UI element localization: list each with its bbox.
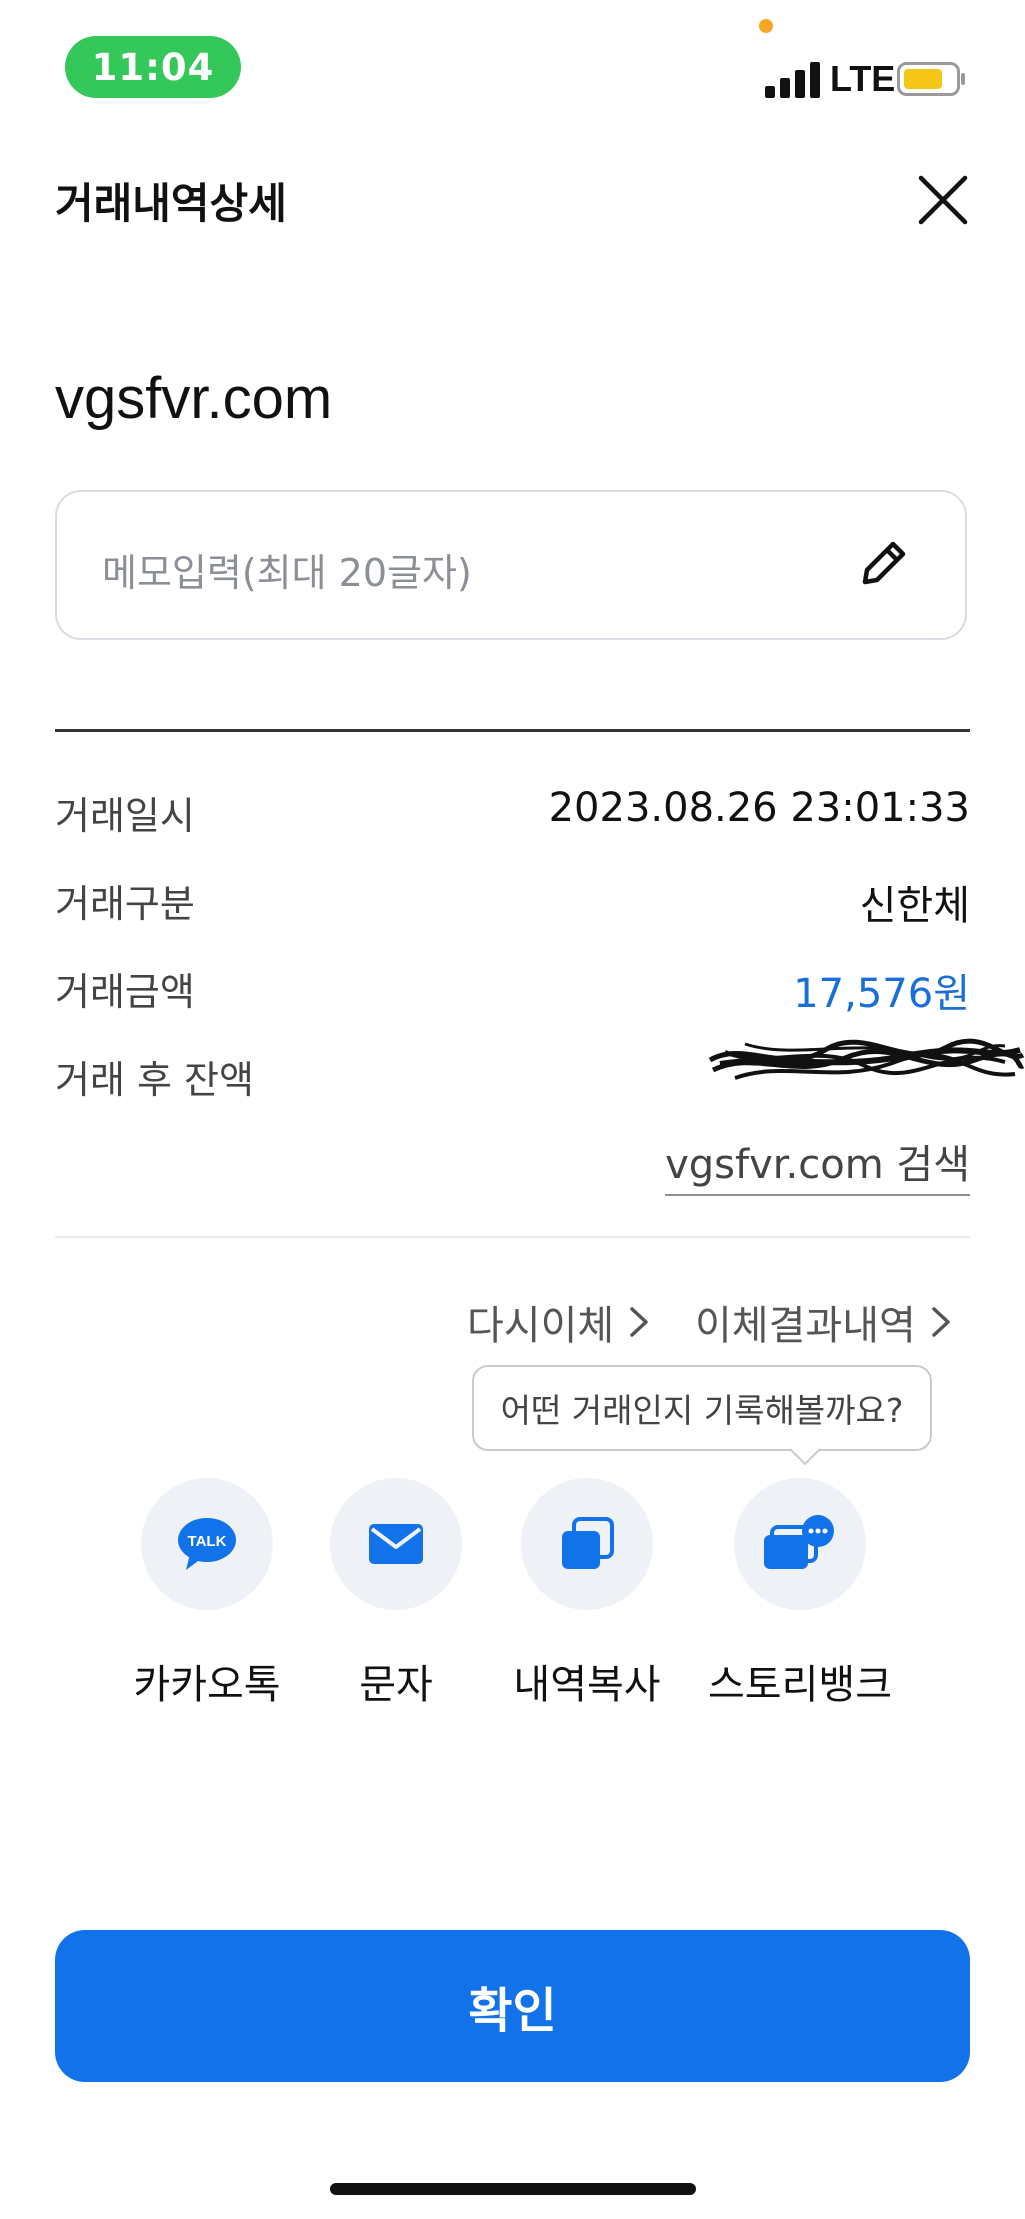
storybank-tooltip: 어떤 거래인지 기록해볼까요? <box>472 1365 932 1451</box>
detail-value-type: 신한체 <box>859 883 970 929</box>
share-copy[interactable]: 내역복사 <box>492 1478 682 1710</box>
transfer-result-label: 이체결과내역 <box>695 1303 916 1349</box>
share-sms-circle[interactable] <box>330 1478 462 1610</box>
pencil-icon[interactable] <box>855 534 913 592</box>
merchant-search-link[interactable]: vgsfvr.com 검색 <box>665 1132 970 1196</box>
network-type: LTE <box>830 58 896 99</box>
share-copy-circle[interactable] <box>521 1478 653 1610</box>
share-kakaotalk-circle[interactable]: TALK <box>141 1478 273 1610</box>
share-label: 내역복사 <box>513 1662 661 1708</box>
share-storybank-circle[interactable] <box>734 1478 866 1610</box>
mail-icon <box>369 1524 423 1564</box>
battery-icon <box>897 62 965 96</box>
detail-label-balance: 거래 후 잔액 <box>55 1058 254 1102</box>
memo-placeholder: 메모입력(최대 20글자) <box>102 551 472 595</box>
talk-badge-text: TALK <box>188 1533 227 1550</box>
divider <box>55 1236 970 1238</box>
divider <box>55 729 970 732</box>
share-kakaotalk[interactable]: TALK 카카오톡 <box>112 1478 302 1710</box>
storybank-icon <box>764 1515 834 1569</box>
merchant-name: vgsfvr.com <box>55 366 333 431</box>
signal-icon <box>765 60 820 98</box>
tooltip-tail <box>790 1448 820 1466</box>
detail-value-amount: 17,576원 <box>793 971 970 1017</box>
share-storybank[interactable]: 스토리뱅크 <box>705 1478 895 1710</box>
transfer-result-button[interactable]: 이체결과내역 <box>695 1293 952 1351</box>
share-label: 카카오톡 <box>133 1662 281 1708</box>
share-label: 스토리뱅크 <box>708 1662 892 1708</box>
privacy-indicator-dot <box>759 19 773 33</box>
kakaotalk-icon: TALK <box>178 1518 236 1570</box>
chevron-right-icon <box>932 1307 950 1337</box>
chevron-right-icon <box>630 1307 648 1337</box>
memo-input[interactable]: 메모입력(최대 20글자) <box>55 490 967 640</box>
status-time: 11:04 <box>65 36 241 98</box>
detail-label-datetime: 거래일시 <box>55 794 195 838</box>
retransfer-button[interactable]: 다시이체 <box>467 1293 650 1351</box>
home-indicator[interactable] <box>330 2183 696 2195</box>
detail-value-datetime: 2023.08.26 23:01:33 <box>548 785 970 831</box>
share-sms[interactable]: 문자 <box>301 1478 491 1710</box>
detail-label-type: 거래구분 <box>55 882 195 926</box>
redaction-scribble <box>708 1038 1025 1080</box>
copy-icon <box>562 1517 614 1569</box>
page-title: 거래내역상세 <box>55 179 287 228</box>
confirm-button[interactable]: 확인 <box>55 1930 970 2082</box>
share-label: 문자 <box>359 1662 433 1708</box>
close-icon[interactable] <box>915 172 971 228</box>
retransfer-label: 다시이체 <box>467 1303 615 1349</box>
detail-label-amount: 거래금액 <box>55 970 195 1014</box>
